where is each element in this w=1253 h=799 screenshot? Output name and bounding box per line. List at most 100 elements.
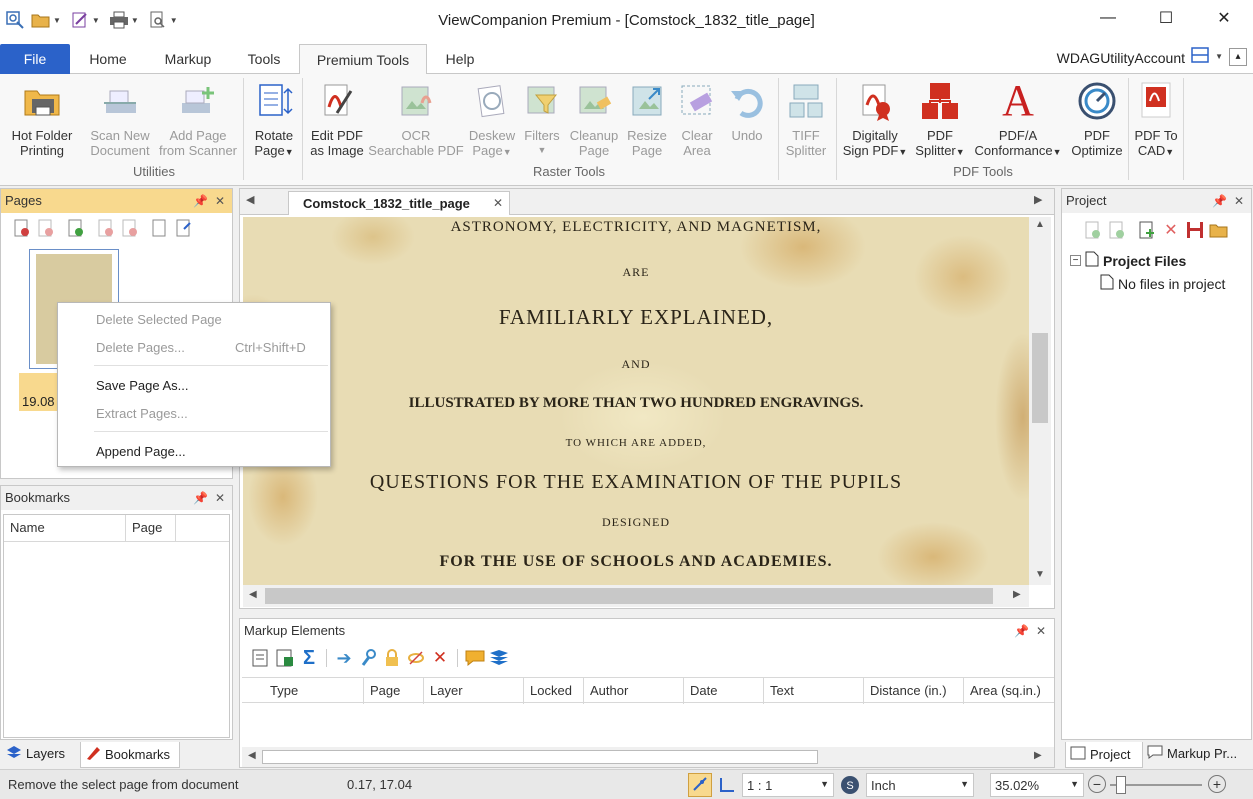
menu-item-save-page-as[interactable]: Save Page As...: [96, 378, 189, 393]
remove-file-icon[interactable]: [1106, 219, 1128, 241]
tab-scroll-left-icon[interactable]: ◀: [246, 193, 254, 206]
document-tab[interactable]: Comstock_1832_title_page ✕: [288, 191, 510, 215]
column-header-type[interactable]: Type: [242, 678, 364, 704]
digitally-sign-pdf-button[interactable]: Digitally Sign PDF▼: [840, 80, 910, 160]
tab-help[interactable]: Help: [434, 44, 486, 74]
undo-button[interactable]: Undo: [724, 80, 770, 143]
tab-home[interactable]: Home: [76, 44, 140, 74]
document-horizontal-scrollbar[interactable]: ◀ ▶: [243, 585, 1029, 607]
scroll-up-icon[interactable]: ▲: [1035, 219, 1045, 230]
vertical-scroll-thumb[interactable]: [1032, 333, 1048, 423]
tree-node-project-files[interactable]: − Project Files: [1070, 251, 1225, 270]
export-excel-icon[interactable]: [274, 647, 296, 669]
scan-new-document-button[interactable]: Scan New Document: [86, 80, 154, 158]
insert-page-icon[interactable]: [11, 217, 33, 239]
menu-item-delete-selected-page[interactable]: Delete Selected Page: [96, 312, 222, 327]
pdf-optimize-button[interactable]: PDF Optimize: [1066, 80, 1128, 158]
scroll-left-icon[interactable]: ◀: [248, 750, 256, 761]
scroll-right-icon[interactable]: ▶: [1034, 750, 1042, 761]
tab-markup[interactable]: Markup: [152, 44, 224, 74]
column-header-page[interactable]: Page: [126, 515, 176, 541]
column-header-author[interactable]: Author: [584, 678, 684, 704]
scale-select[interactable]: 1 : 1 ▼: [742, 773, 834, 797]
column-header-text[interactable]: Text: [764, 678, 864, 704]
delete-page-icon[interactable]: [95, 217, 117, 239]
column-header-name[interactable]: Name: [4, 515, 126, 541]
column-header-locked[interactable]: Locked: [524, 678, 584, 704]
deskew-page-button[interactable]: Deskew Page▼: [466, 80, 518, 160]
column-header-date[interactable]: Date: [684, 678, 764, 704]
pdf-to-cad-button[interactable]: PDF To CAD▼: [1132, 80, 1180, 160]
page-properties-icon[interactable]: [149, 217, 171, 239]
add-page-from-scanner-button[interactable]: Add Page from Scanner: [156, 80, 240, 158]
menu-item-delete-pages[interactable]: Delete Pages...: [96, 340, 185, 355]
sum-icon[interactable]: Σ: [298, 647, 320, 669]
zoom-in-button[interactable]: +: [1208, 775, 1226, 793]
tab-layers[interactable]: Layers: [6, 745, 65, 762]
column-header-distance[interactable]: Distance (in.): [864, 678, 964, 704]
clear-area-button[interactable]: Clear Area: [674, 80, 720, 158]
tree-collapse-icon[interactable]: −: [1070, 255, 1081, 266]
markup-horizontal-scrollbar[interactable]: ◀ ▶: [242, 747, 1054, 767]
menu-item-append-page[interactable]: Append Page...: [96, 444, 186, 459]
close-button[interactable]: ✕: [1195, 0, 1253, 36]
hot-folder-printing-button[interactable]: Hot Folder Printing: [6, 80, 78, 158]
tab-premium-tools[interactable]: Premium Tools: [299, 44, 427, 75]
open-project-icon[interactable]: [1208, 219, 1230, 241]
close-panel-icon[interactable]: ✕: [215, 189, 225, 213]
tab-project[interactable]: Project: [1065, 742, 1143, 768]
close-panel-icon[interactable]: ✕: [1234, 189, 1244, 213]
add-page-icon[interactable]: [65, 217, 87, 239]
column-header-area[interactable]: Area (sq.in.): [964, 678, 1054, 704]
tab-scroll-right-icon[interactable]: ▶: [1034, 193, 1042, 206]
document-page[interactable]: ASTRONOMY, ELECTRICITY, AND MAGNETISM, A…: [243, 217, 1029, 585]
comment-icon[interactable]: [464, 647, 486, 669]
export-page-icon[interactable]: [173, 217, 195, 239]
copy-page-icon[interactable]: [35, 217, 57, 239]
rotate-page-button[interactable]: Rotate Page▼: [248, 80, 300, 160]
tiff-splitter-button[interactable]: TIFF Splitter: [780, 80, 832, 158]
tab-file[interactable]: File: [0, 44, 70, 74]
menu-item-extract-pages[interactable]: Extract Pages...: [96, 406, 188, 421]
layout-icon[interactable]: [1191, 46, 1209, 67]
markup-list-icon[interactable]: [250, 647, 272, 669]
wrench-icon[interactable]: [357, 647, 379, 669]
maximize-button[interactable]: ☐: [1137, 0, 1195, 36]
tab-markup-properties[interactable]: Markup Pr...: [1147, 745, 1237, 762]
zoom-slider-thumb[interactable]: [1116, 776, 1126, 794]
markup-scroll-thumb[interactable]: [262, 750, 818, 764]
close-tab-icon[interactable]: ✕: [493, 196, 503, 210]
snap-toggle[interactable]: [688, 773, 712, 797]
units-select[interactable]: Inch ▼: [866, 773, 974, 797]
cleanup-page-button[interactable]: Cleanup Page: [566, 80, 622, 158]
edit-pdf-as-image-button[interactable]: Edit PDF as Image: [306, 80, 368, 158]
close-panel-icon[interactable]: ✕: [1036, 619, 1046, 643]
pin-icon[interactable]: 📌: [1212, 189, 1227, 213]
account-name[interactable]: WDAGUtilityAccount: [1057, 50, 1185, 66]
resize-page-button[interactable]: Resize Page: [622, 80, 672, 158]
layout-dropdown-icon[interactable]: ▼: [1215, 52, 1223, 61]
ribbon-minimize-icon[interactable]: ▴: [1229, 47, 1247, 66]
save-project-icon[interactable]: [1184, 219, 1206, 241]
tab-tools[interactable]: Tools: [236, 44, 292, 74]
column-header-page[interactable]: Page: [364, 678, 424, 704]
close-panel-icon[interactable]: ✕: [215, 486, 225, 510]
pin-icon[interactable]: 📌: [193, 486, 208, 510]
hide-icon[interactable]: [405, 647, 427, 669]
tab-bookmarks[interactable]: Bookmarks: [80, 742, 180, 768]
new-project-icon[interactable]: [1136, 219, 1158, 241]
scroll-down-icon[interactable]: ▼: [1035, 569, 1045, 580]
zoom-select[interactable]: 35.02% ▼: [990, 773, 1084, 797]
document-vertical-scrollbar[interactable]: ▲ ▼: [1029, 217, 1051, 585]
horizontal-scroll-thumb[interactable]: [265, 588, 993, 604]
layers-stack-icon[interactable]: [488, 647, 510, 669]
filters-button[interactable]: Filters ▼: [520, 80, 564, 158]
zoom-out-button[interactable]: −: [1088, 775, 1106, 793]
pin-icon[interactable]: 📌: [1014, 619, 1029, 643]
scroll-left-icon[interactable]: ◀: [249, 589, 257, 600]
pin-icon[interactable]: 📌: [193, 189, 208, 213]
delete-project-icon[interactable]: ✕: [1160, 219, 1182, 241]
ocr-searchable-pdf-button[interactable]: OCR Searchable PDF: [368, 80, 464, 158]
add-file-icon[interactable]: [1082, 219, 1104, 241]
pdf-splitter-button[interactable]: PDF Splitter▼: [910, 80, 970, 160]
